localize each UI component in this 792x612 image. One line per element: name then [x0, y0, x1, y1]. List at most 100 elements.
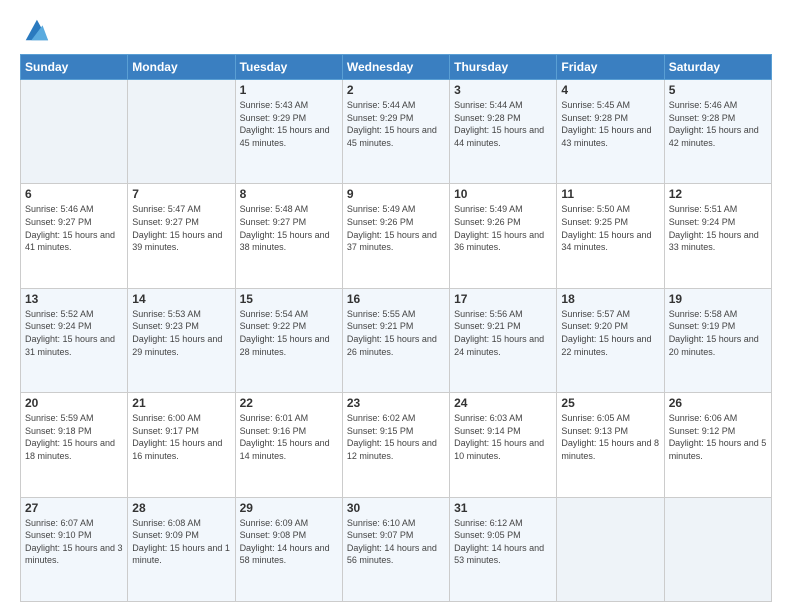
day-info: Sunrise: 6:05 AMSunset: 9:13 PMDaylight:… — [561, 412, 659, 462]
calendar-week-row: 1Sunrise: 5:43 AMSunset: 9:29 PMDaylight… — [21, 80, 772, 184]
daylight-text: Daylight: 15 hours and 34 minutes. — [561, 229, 659, 254]
calendar-day-cell: 5Sunrise: 5:46 AMSunset: 9:28 PMDaylight… — [664, 80, 771, 184]
calendar-day-cell — [21, 80, 128, 184]
sunset-text: Sunset: 9:27 PM — [25, 216, 123, 229]
day-info: Sunrise: 5:48 AMSunset: 9:27 PMDaylight:… — [240, 203, 338, 253]
daylight-text: Daylight: 15 hours and 22 minutes. — [561, 333, 659, 358]
day-number: 9 — [347, 187, 445, 201]
day-info: Sunrise: 6:09 AMSunset: 9:08 PMDaylight:… — [240, 517, 338, 567]
day-info: Sunrise: 5:45 AMSunset: 9:28 PMDaylight:… — [561, 99, 659, 149]
calendar-day-cell: 20 Sunrise: 5:59 AMSunset: 9:18 PMDayligh… — [21, 393, 128, 497]
day-info: Sunrise: 6:03 AMSunset: 9:14 PMDaylight:… — [454, 412, 552, 462]
sunrise-text: Sunrise: 5:50 AM — [561, 203, 659, 216]
daylight-text: Daylight: 15 hours and 33 minutes. — [669, 229, 767, 254]
sunset-text: Sunset: 9:24 PM — [25, 320, 123, 333]
day-number: 23 — [347, 396, 445, 410]
daylight-text: Daylight: 15 hours and 37 minutes. — [347, 229, 445, 254]
sunrise-text: Sunrise: 6:05 AM — [561, 412, 659, 425]
sunrise-text: Sunrise: 5:46 AM — [25, 203, 123, 216]
sunset-text: Sunset: 9:13 PM — [561, 425, 659, 438]
daylight-text: Daylight: 15 hours and 14 minutes. — [240, 437, 338, 462]
sunrise-text: Sunrise: 5:43 AM — [240, 99, 338, 112]
day-number: 14 — [132, 292, 230, 306]
day-info: Sunrise: 5:56 AMSunset: 9:21 PMDaylight:… — [454, 308, 552, 358]
calendar-day-cell: 12 Sunrise: 5:51 AMSunset: 9:24 PMDayligh… — [664, 184, 771, 288]
calendar-day-cell: 15Sunrise: 5:54 AMSunset: 9:22 PMDayligh… — [235, 288, 342, 392]
sunset-text: Sunset: 9:23 PM — [132, 320, 230, 333]
day-number: 20 — [25, 396, 123, 410]
daylight-text: Daylight: 15 hours and 3 minutes. — [25, 542, 123, 567]
sunrise-text: Sunrise: 5:56 AM — [454, 308, 552, 321]
calendar-day-cell: 3Sunrise: 5:44 AMSunset: 9:28 PMDaylight… — [450, 80, 557, 184]
sunset-text: Sunset: 9:25 PM — [561, 216, 659, 229]
day-info: Sunrise: 5:44 AMSunset: 9:29 PMDaylight:… — [347, 99, 445, 149]
daylight-text: Daylight: 15 hours and 42 minutes. — [669, 124, 767, 149]
daylight-text: Daylight: 15 hours and 44 minutes. — [454, 124, 552, 149]
calendar-week-row: 20 Sunrise: 5:59 AMSunset: 9:18 PMDayligh… — [21, 393, 772, 497]
sunrise-text: Sunrise: 6:12 AM — [454, 517, 552, 530]
calendar-day-cell — [557, 497, 664, 601]
day-info: Sunrise: 5:54 AMSunset: 9:22 PMDaylight:… — [240, 308, 338, 358]
calendar-day-cell: 22Sunrise: 6:01 AMSunset: 9:16 PMDayligh… — [235, 393, 342, 497]
daylight-text: Daylight: 15 hours and 36 minutes. — [454, 229, 552, 254]
calendar-day-cell: 30Sunrise: 6:10 AMSunset: 9:07 PMDayligh… — [342, 497, 449, 601]
daylight-text: Daylight: 15 hours and 39 minutes. — [132, 229, 230, 254]
calendar-day-cell: 9 Sunrise: 5:49 AMSunset: 9:26 PMDaylight… — [342, 184, 449, 288]
day-number: 29 — [240, 501, 338, 515]
sunrise-text: Sunrise: 5:49 AM — [347, 203, 445, 216]
day-info: Sunrise: 5:59 AMSunset: 9:18 PMDaylight:… — [25, 412, 123, 462]
sunrise-text: Sunrise: 6:06 AM — [669, 412, 767, 425]
sunrise-text: Sunrise: 5:45 AM — [561, 99, 659, 112]
daylight-text: Daylight: 15 hours and 38 minutes. — [240, 229, 338, 254]
day-info: Sunrise: 5:51 AMSunset: 9:24 PMDaylight:… — [669, 203, 767, 253]
sunset-text: Sunset: 9:08 PM — [240, 529, 338, 542]
day-info: Sunrise: 5:49 AMSunset: 9:26 PMDaylight:… — [347, 203, 445, 253]
day-number: 12 — [669, 187, 767, 201]
sunset-text: Sunset: 9:26 PM — [347, 216, 445, 229]
calendar-day-cell: 14Sunrise: 5:53 AMSunset: 9:23 PMDayligh… — [128, 288, 235, 392]
sunset-text: Sunset: 9:26 PM — [454, 216, 552, 229]
calendar-day-cell: 10Sunrise: 5:49 AMSunset: 9:26 PMDayligh… — [450, 184, 557, 288]
daylight-text: Daylight: 15 hours and 31 minutes. — [25, 333, 123, 358]
day-number: 21 — [132, 396, 230, 410]
logo-icon — [22, 16, 50, 44]
sunset-text: Sunset: 9:16 PM — [240, 425, 338, 438]
daylight-text: Daylight: 15 hours and 43 minutes. — [561, 124, 659, 149]
calendar-day-cell: 11 Sunrise: 5:50 AMSunset: 9:25 PMDayligh… — [557, 184, 664, 288]
day-info: Sunrise: 6:12 AMSunset: 9:05 PMDaylight:… — [454, 517, 552, 567]
day-info: Sunrise: 6:07 AMSunset: 9:10 PMDaylight:… — [25, 517, 123, 567]
day-info: Sunrise: 5:57 AMSunset: 9:20 PMDaylight:… — [561, 308, 659, 358]
day-number: 30 — [347, 501, 445, 515]
day-info: Sunrise: 5:46 AMSunset: 9:28 PMDaylight:… — [669, 99, 767, 149]
sunset-text: Sunset: 9:09 PM — [132, 529, 230, 542]
calendar-day-cell: 28Sunrise: 6:08 AMSunset: 9:09 PMDayligh… — [128, 497, 235, 601]
daylight-text: Daylight: 15 hours and 16 minutes. — [132, 437, 230, 462]
sunset-text: Sunset: 9:21 PM — [347, 320, 445, 333]
weekday-header-friday: Friday — [557, 55, 664, 80]
daylight-text: Daylight: 15 hours and 45 minutes. — [347, 124, 445, 149]
sunset-text: Sunset: 9:12 PM — [669, 425, 767, 438]
sunrise-text: Sunrise: 5:46 AM — [669, 99, 767, 112]
calendar-day-cell: 2Sunrise: 5:44 AMSunset: 9:29 PMDaylight… — [342, 80, 449, 184]
calendar-day-cell: 7Sunrise: 5:47 AMSunset: 9:27 PMDaylight… — [128, 184, 235, 288]
sunrise-text: Sunrise: 5:57 AM — [561, 308, 659, 321]
calendar-day-cell: 17Sunrise: 5:56 AMSunset: 9:21 PMDayligh… — [450, 288, 557, 392]
day-number: 1 — [240, 83, 338, 97]
day-number: 10 — [454, 187, 552, 201]
calendar-day-cell: 24Sunrise: 6:03 AMSunset: 9:14 PMDayligh… — [450, 393, 557, 497]
sunrise-text: Sunrise: 5:54 AM — [240, 308, 338, 321]
daylight-text: Daylight: 15 hours and 29 minutes. — [132, 333, 230, 358]
day-number: 13 — [25, 292, 123, 306]
day-info: Sunrise: 6:00 AMSunset: 9:17 PMDaylight:… — [132, 412, 230, 462]
day-number: 11 — [561, 187, 659, 201]
calendar-day-cell: 26Sunrise: 6:06 AMSunset: 9:12 PMDayligh… — [664, 393, 771, 497]
day-number: 6 — [25, 187, 123, 201]
day-number: 4 — [561, 83, 659, 97]
daylight-text: Daylight: 15 hours and 26 minutes. — [347, 333, 445, 358]
calendar-day-cell: 6Sunrise: 5:46 AMSunset: 9:27 PMDaylight… — [21, 184, 128, 288]
calendar-day-cell: 13Sunrise: 5:52 AMSunset: 9:24 PMDayligh… — [21, 288, 128, 392]
calendar-week-row: 27Sunrise: 6:07 AMSunset: 9:10 PMDayligh… — [21, 497, 772, 601]
sunrise-text: Sunrise: 6:00 AM — [132, 412, 230, 425]
sunset-text: Sunset: 9:10 PM — [25, 529, 123, 542]
daylight-text: Daylight: 15 hours and 28 minutes. — [240, 333, 338, 358]
